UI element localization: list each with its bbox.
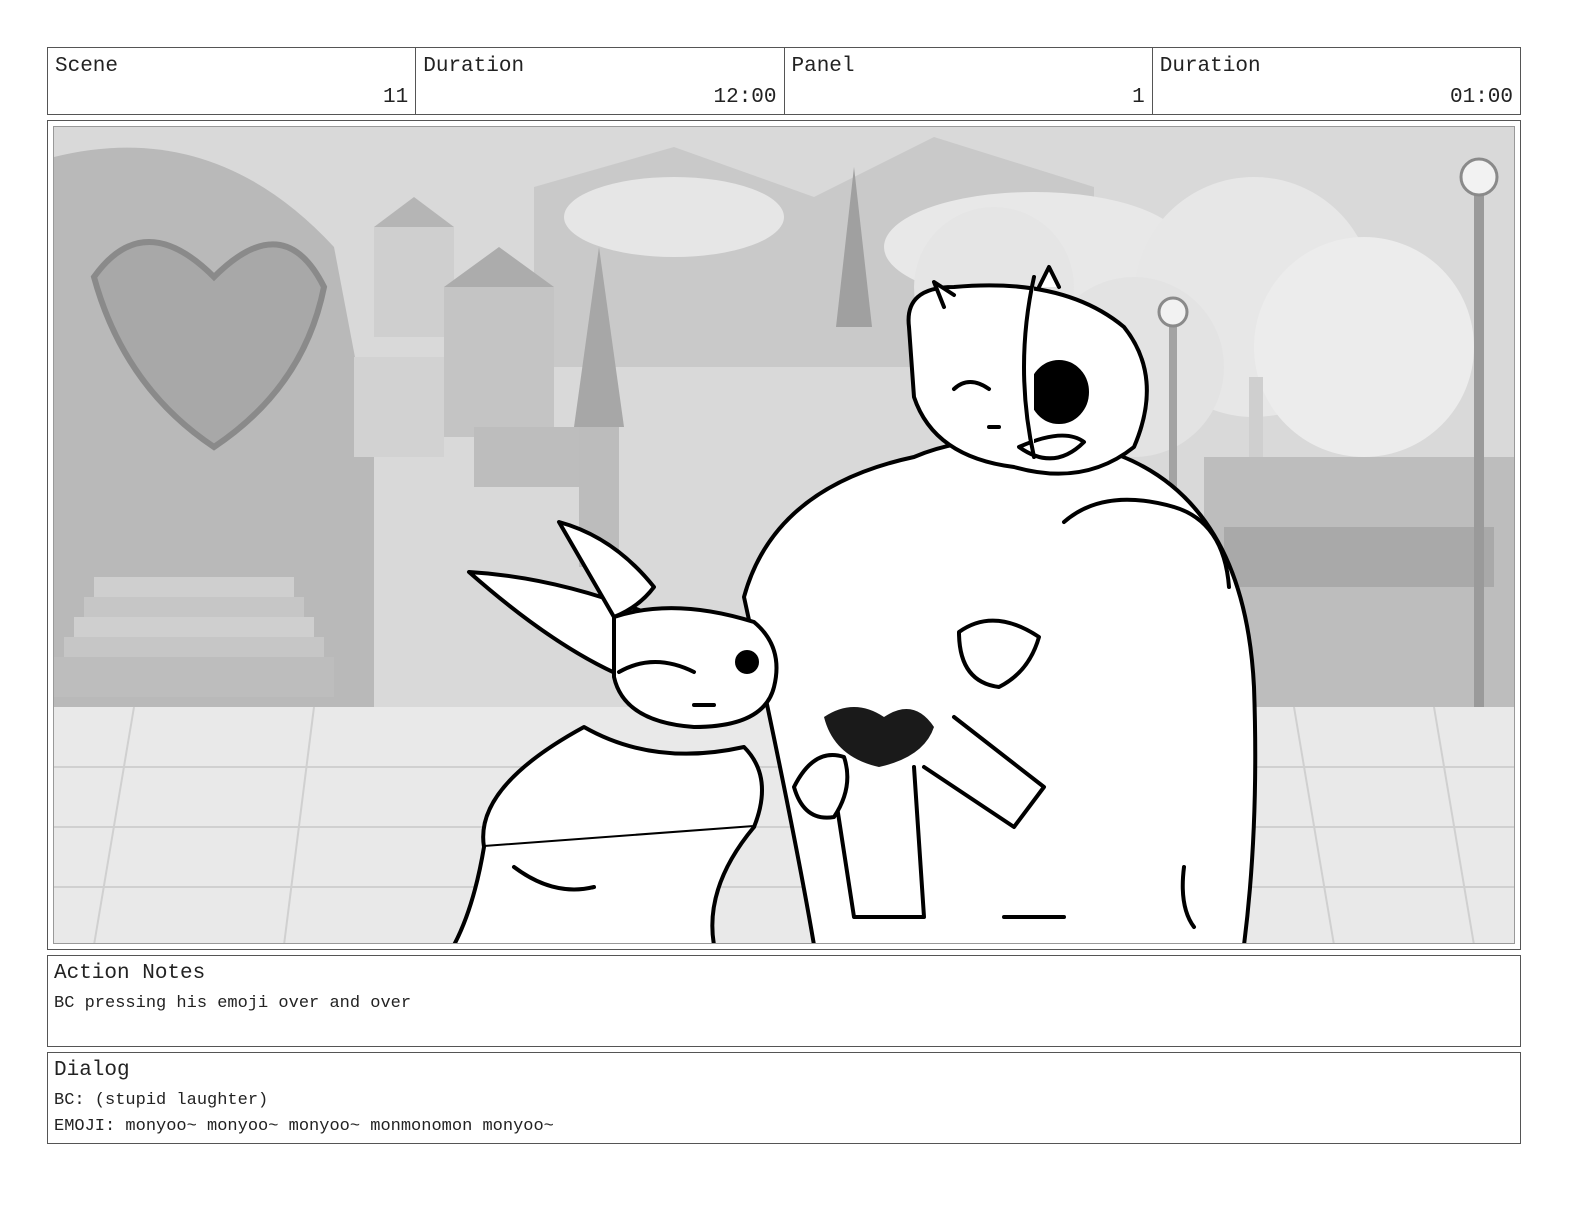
dialog-line[interactable]: BC: (stupid laughter) <box>54 1091 268 1110</box>
dialog-title: Dialog <box>54 1059 130 1082</box>
scene-duration-label: Duration <box>423 55 525 78</box>
panel-illustration <box>54 127 1514 943</box>
scene-duration-cell: Duration 12:00 <box>416 48 785 114</box>
dialog-line[interactable]: EMOJI: monyoo~ monyoo~ monyoo~ monmonomo… <box>54 1117 554 1136</box>
scene-label: Scene <box>55 55 119 78</box>
panel-frame <box>47 120 1521 950</box>
action-notes-box: Action Notes BC pressing his emoji over … <box>47 955 1521 1047</box>
scene-cell: Scene 11 <box>48 48 417 114</box>
scene-duration-value[interactable]: 12:00 <box>713 86 776 109</box>
panel-label: Panel <box>791 55 855 78</box>
panel-duration-value[interactable]: 01:00 <box>1450 86 1513 109</box>
panel-duration-cell: Duration 01:00 <box>1153 48 1520 114</box>
stairs <box>54 577 334 697</box>
storyboard-header: Scene 11 Duration 12:00 Panel 1 Duration… <box>47 47 1521 115</box>
action-notes-title: Action Notes <box>54 962 206 985</box>
panel-cell: Panel 1 <box>785 48 1153 114</box>
scene-number[interactable]: 11 <box>383 86 408 109</box>
dialog-box: Dialog BC: (stupid laughter) EMOJI: mony… <box>47 1052 1521 1144</box>
right-building-awning <box>1224 527 1494 587</box>
panel-duration-label: Duration <box>1159 55 1261 78</box>
action-notes-text[interactable]: BC pressing his emoji over and over <box>54 994 411 1013</box>
panel-number[interactable]: 1 <box>1132 86 1145 109</box>
storyboard-panel-drawing[interactable] <box>53 126 1515 944</box>
cloud <box>564 177 784 257</box>
